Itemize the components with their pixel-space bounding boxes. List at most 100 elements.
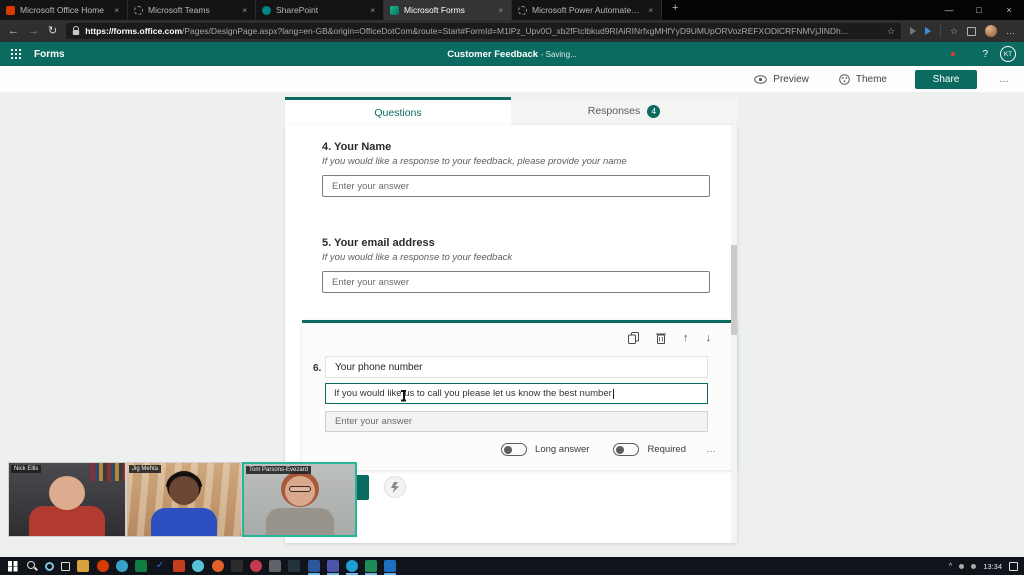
mouse-text-cursor	[400, 390, 407, 401]
back-button[interactable]: ←	[8, 20, 19, 42]
tab-forms-active[interactable]: Microsoft Forms ×	[384, 0, 512, 20]
start-icon[interactable]	[7, 560, 19, 572]
minimize-button[interactable]: —	[934, 0, 964, 20]
preview-button[interactable]: Preview	[754, 74, 809, 85]
tray-icon[interactable]	[959, 564, 964, 569]
file-explorer-icon[interactable]	[77, 560, 89, 572]
video-thumbnail-1[interactable]: Nick Ellis	[8, 462, 126, 537]
question-4-answer-input[interactable]	[322, 175, 710, 197]
branching-button[interactable]	[384, 476, 406, 498]
url-path: /Pages/DesignPage.aspx?lang=en-GB&origin…	[182, 26, 848, 36]
video-thumbnail-2[interactable]: Jig Mehta	[126, 462, 242, 537]
bookmark-star-icon[interactable]: ☆	[887, 26, 895, 37]
taskbar-icons: ✓	[3, 560, 400, 572]
cortana-icon[interactable]	[45, 562, 54, 571]
media-player-icon[interactable]	[384, 560, 396, 572]
question-more-icon[interactable]: …	[706, 444, 717, 455]
tab-close-icon[interactable]: ×	[496, 6, 505, 15]
tab-title: Microsoft Power Automate | Mi	[532, 5, 641, 15]
question-6-answer-preview[interactable]	[325, 411, 708, 432]
tab-office-home[interactable]: Microsoft Office Home ×	[0, 0, 128, 20]
question-6-subtitle-input[interactable]: If you would like us to call you please …	[325, 383, 708, 404]
tab-close-icon[interactable]: ×	[112, 6, 121, 15]
teams-icon[interactable]	[327, 560, 339, 572]
office-home-favicon	[6, 6, 15, 15]
firefox-icon[interactable]	[212, 560, 224, 572]
browser-profile-avatar[interactable]	[985, 25, 997, 37]
browser-more-icon[interactable]: …	[1006, 26, 1016, 36]
collections-icon[interactable]	[967, 27, 976, 36]
snip-icon[interactable]	[288, 560, 300, 572]
excel-open-icon[interactable]	[365, 560, 377, 572]
tab-sharepoint[interactable]: SharePoint ×	[256, 0, 384, 20]
long-answer-toggle[interactable]	[501, 443, 527, 456]
url-field[interactable]: https://forms.office.com/Pages/DesignPag…	[66, 23, 901, 39]
photos-icon[interactable]	[250, 560, 262, 572]
office-icon[interactable]	[97, 560, 109, 572]
excel-icon[interactable]	[135, 560, 147, 572]
forms-app-header: Forms Customer Feedback - Saving... ? KT	[0, 42, 1024, 66]
tab-teams[interactable]: Microsoft Teams ×	[128, 0, 256, 20]
tab-responses[interactable]: Responses 4	[511, 97, 737, 125]
store-icon[interactable]	[231, 560, 243, 572]
move-up-icon[interactable]: ↑	[683, 332, 689, 344]
participant-name-tag: Nick Ellis	[11, 465, 41, 473]
tab-close-icon[interactable]: ×	[368, 6, 377, 15]
question-5-title[interactable]: 5. Your email address	[322, 237, 435, 249]
extension-icon-blue[interactable]	[925, 27, 931, 35]
tray-expand-icon[interactable]: ^	[949, 563, 952, 570]
action-center-icon[interactable]	[1009, 562, 1018, 571]
tab-power-automate[interactable]: Microsoft Power Automate | Mi ×	[512, 0, 662, 20]
close-window-button[interactable]: ×	[994, 0, 1024, 20]
theme-button[interactable]: Theme	[839, 74, 887, 85]
tab-questions[interactable]: Questions	[285, 97, 511, 125]
tray-icon[interactable]	[971, 564, 976, 569]
divider	[940, 25, 941, 37]
help-icon[interactable]: ?	[982, 49, 988, 60]
to-do-icon[interactable]: ✓	[154, 560, 166, 572]
edge-icon[interactable]	[116, 560, 128, 572]
delete-icon[interactable]	[656, 332, 666, 344]
new-tab-button[interactable]: +	[662, 0, 688, 20]
search-icon[interactable]	[26, 560, 38, 572]
calculator-icon[interactable]	[269, 560, 281, 572]
powerpoint-icon[interactable]	[173, 560, 185, 572]
share-button[interactable]: Share	[915, 70, 977, 89]
toolbar-more-icon[interactable]: …	[999, 74, 1010, 85]
forward-button[interactable]: →	[28, 20, 39, 42]
question-5-answer-input[interactable]	[322, 271, 710, 293]
extension-icon[interactable]	[910, 27, 916, 35]
sway-icon[interactable]	[192, 560, 204, 572]
account-avatar[interactable]: KT	[1000, 46, 1016, 62]
sharepoint-favicon	[262, 6, 271, 15]
required-toggle[interactable]	[613, 443, 639, 456]
favorites-star-icon[interactable]: ☆	[950, 26, 958, 37]
forms-favicon	[390, 6, 399, 15]
saving-status: - Saving...	[541, 50, 577, 59]
browser-nav-bar: ← → ↻ https://forms.office.com/Pages/Des…	[0, 20, 1024, 42]
forms-toolbar: Preview Theme Share …	[0, 66, 1024, 92]
edge-beta-icon[interactable]	[346, 560, 358, 572]
copy-icon[interactable]	[628, 332, 639, 344]
lightning-icon	[390, 482, 400, 493]
recording-indicator-dot	[951, 52, 955, 56]
app-launcher-icon[interactable]	[11, 49, 22, 60]
refresh-button[interactable]: ↻	[48, 20, 57, 42]
responses-label: Responses	[588, 105, 641, 117]
tab-close-icon[interactable]: ×	[646, 6, 655, 15]
task-view-icon[interactable]	[61, 562, 70, 571]
question-settings-row: Long answer Required …	[501, 443, 727, 456]
scrollbar-thumb[interactable]	[731, 245, 737, 335]
taskbar-clock[interactable]: 13:34	[983, 562, 1002, 571]
tab-close-icon[interactable]: ×	[240, 6, 249, 15]
video-thumbnail-3[interactable]: Tom Parsons-Evezard	[242, 462, 357, 537]
scrollbar[interactable]	[731, 125, 737, 543]
question-6-title-input[interactable]	[325, 356, 708, 378]
app-name[interactable]: Forms	[34, 49, 65, 60]
question-4-title[interactable]: 4. Your Name	[322, 141, 391, 153]
window-controls: — □ ×	[934, 0, 1024, 20]
tab-title: Microsoft Office Home	[20, 5, 107, 15]
move-down-icon[interactable]: ↓	[706, 332, 712, 344]
word-icon[interactable]	[308, 560, 320, 572]
maximize-button[interactable]: □	[964, 0, 994, 20]
